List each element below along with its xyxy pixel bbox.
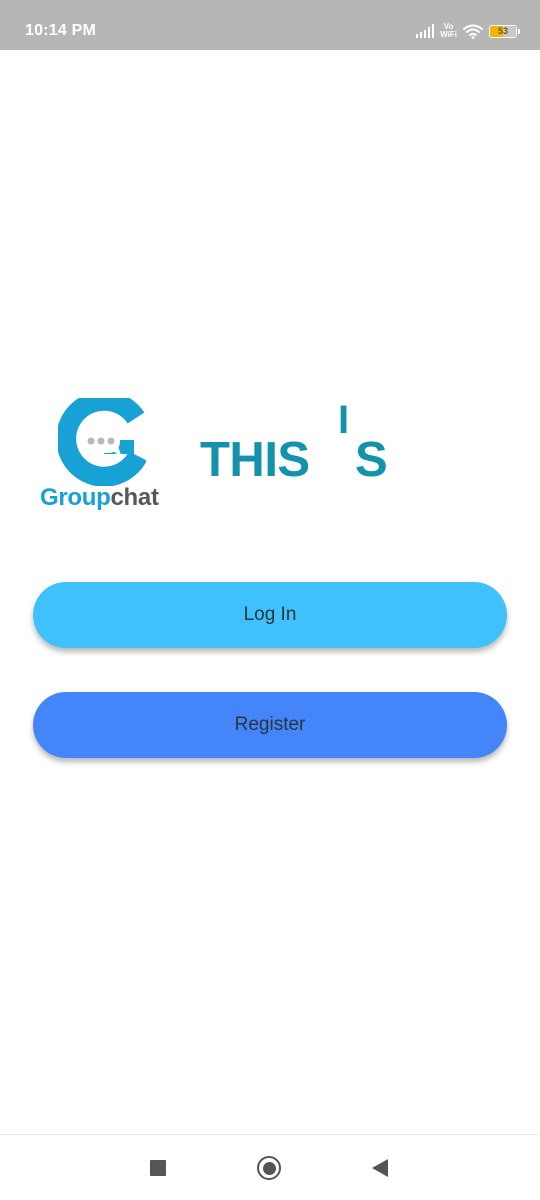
- logo-text-group: Group: [40, 484, 111, 511]
- register-button[interactable]: Register: [33, 692, 507, 758]
- logo-text-chat: chat: [110, 484, 159, 511]
- battery-tip: [518, 28, 520, 34]
- groupchat-logo-icon: [56, 390, 147, 487]
- battery-icon: 53: [489, 24, 520, 38]
- vowifi-bottom: WiFi: [440, 30, 457, 39]
- battery-body: 53: [489, 24, 517, 38]
- login-button[interactable]: Log In: [33, 582, 507, 648]
- signal-icon: [416, 24, 435, 38]
- nav-bar: [0, 1134, 540, 1200]
- logo-text: Groupchat: [40, 484, 159, 512]
- tagline-i: I: [338, 398, 350, 442]
- wifi-icon: [463, 24, 483, 39]
- tagline-s: S: [355, 433, 388, 487]
- vowifi-icon: Vo WiFi: [440, 23, 457, 39]
- back-icon[interactable]: [372, 1159, 388, 1177]
- tagline-word: THIS: [200, 433, 310, 487]
- home-icon[interactable]: [257, 1156, 281, 1180]
- status-bar: 10:14 PM Vo WiFi 53: [0, 0, 540, 50]
- status-time: 10:14 PM: [25, 22, 96, 39]
- status-icons: Vo WiFi 53: [416, 21, 520, 41]
- battery-level: 53: [497, 26, 508, 36]
- recent-apps-icon[interactable]: [150, 1160, 166, 1176]
